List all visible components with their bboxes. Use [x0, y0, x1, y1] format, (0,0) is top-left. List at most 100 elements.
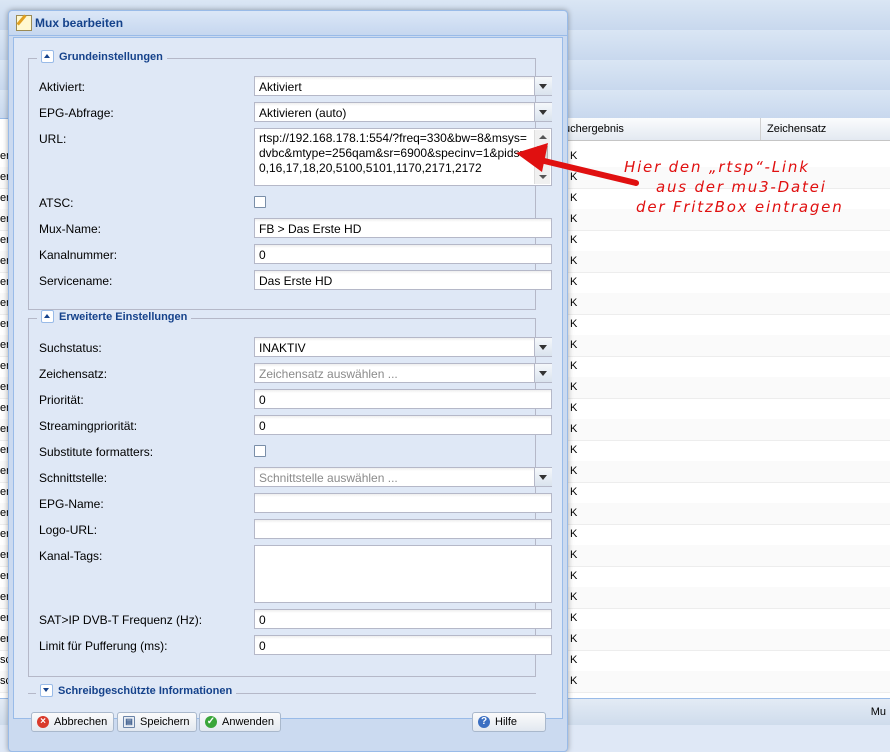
streaming-priority-row: Streamingpriorität: 0 [39, 415, 552, 437]
basic-settings-legend[interactable]: Grundeinstellungen [37, 50, 167, 63]
scan-status-row: Suchstatus: INAKTIV [39, 337, 552, 359]
collapse-icon[interactable] [41, 50, 54, 63]
interface-select[interactable]: Schnittstelle auswählen ... [254, 467, 552, 487]
epg-name-label: EPG-Name: [39, 497, 104, 511]
advanced-settings-title: Erweiterte Einstellungen [59, 310, 188, 323]
priority-label: Priorität: [39, 393, 84, 407]
scroll-thumb[interactable] [537, 146, 548, 160]
help-button[interactable]: ? Hilfe [472, 712, 546, 732]
epg-scan-label: EPG-Abfrage: [39, 106, 114, 120]
apply-button[interactable]: ✓ Anwenden [199, 712, 281, 732]
edit-mux-dialog: Mux bearbeiten Grundeinstellungen Aktivi… [8, 10, 568, 752]
atsc-checkbox[interactable] [254, 196, 266, 208]
column-header-scan-result[interactable]: uchergebnis [564, 123, 624, 135]
row-result-cell: K [570, 486, 578, 498]
mux-name-label: Mux-Name: [39, 222, 102, 236]
expand-icon[interactable] [40, 684, 53, 697]
chevron-down-icon[interactable] [534, 103, 552, 121]
dialog-titlebar[interactable]: Mux bearbeiten [9, 11, 567, 36]
channel-tags-input[interactable] [254, 545, 552, 603]
row-result-cell: K [570, 654, 578, 666]
charset-select[interactable]: Zeichensatz auswählen ... [254, 363, 552, 383]
row-result-cell: K [570, 633, 578, 645]
apply-check-icon: ✓ [205, 716, 217, 728]
cancel-button[interactable]: × Abbrechen [31, 712, 115, 732]
chevron-down-icon[interactable] [534, 364, 552, 382]
scan-status-select[interactable]: INAKTIV [254, 337, 552, 357]
annotation-text: Hier den „rtsp“-Link aus der mu3-Datei d… [612, 157, 844, 217]
enabled-row: Aktiviert: Aktiviert [39, 76, 552, 98]
advanced-settings-legend[interactable]: Erweiterte Einstellungen [37, 310, 192, 323]
readonly-info-title: Schreibgeschützte Informationen [58, 684, 233, 697]
buffer-limit-label: Limit für Pufferung (ms): [39, 639, 168, 653]
scroll-up-icon[interactable] [539, 135, 547, 139]
basic-settings-fieldset: Grundeinstellungen Aktiviert: Aktiviert … [28, 50, 552, 310]
mux-name-input[interactable]: FB > Das Erste HD [254, 218, 552, 238]
row-result-cell: K [570, 612, 578, 624]
url-scrollbar[interactable] [534, 130, 550, 184]
cancel-label: Abbrechen [54, 716, 108, 728]
interface-row: Schnittstelle: Schnittstelle auswählen .… [39, 467, 552, 489]
satip-frequency-input[interactable]: 0 [254, 609, 552, 629]
row-result-cell: K [570, 213, 578, 225]
mux-name-row: Mux-Name: FB > Das Erste HD [39, 218, 552, 240]
charset-label: Zeichensatz: [39, 367, 108, 381]
logo-url-input[interactable] [254, 519, 552, 539]
row-result-cell: K [570, 360, 578, 372]
satip-frequency-label: SAT>IP DVB-T Frequenz (Hz): [39, 613, 203, 627]
row-result-cell: K [570, 255, 578, 267]
dialog-title: Mux bearbeiten [35, 16, 124, 30]
substitute-formatters-checkbox[interactable] [254, 445, 266, 457]
column-header-charset[interactable]: Zeichensatz [760, 118, 826, 140]
row-result-cell: K [570, 192, 578, 204]
interface-label: Schnittstelle: [39, 471, 108, 485]
save-button[interactable]: ▤ Speichern [117, 712, 197, 732]
service-name-row: Servicename: Das Erste HD [39, 270, 552, 292]
channel-number-input[interactable]: 0 [254, 244, 552, 264]
streaming-priority-input[interactable]: 0 [254, 415, 552, 435]
help-icon: ? [478, 716, 490, 728]
row-result-cell: K [570, 528, 578, 540]
row-result-cell: K [570, 423, 578, 435]
footer-text: Mu [870, 706, 886, 718]
priority-row: Priorität: 0 [39, 389, 552, 411]
charset-row: Zeichensatz: Zeichensatz auswählen ... [39, 363, 552, 385]
epg-scan-select[interactable]: Aktivieren (auto) [254, 102, 552, 122]
service-name-label: Servicename: [39, 274, 113, 288]
grid-header: uchergebnis Zeichensatz [560, 118, 890, 141]
cancel-icon: × [37, 716, 49, 728]
priority-input[interactable]: 0 [254, 389, 552, 409]
chevron-down-icon[interactable] [534, 468, 552, 486]
url-label: URL: [39, 132, 67, 146]
channel-tags-row: Kanal-Tags: [39, 545, 552, 603]
channel-tags-label: Kanal-Tags: [39, 549, 103, 563]
atsc-row: ATSC: [39, 192, 535, 214]
epg-name-input[interactable] [254, 493, 552, 513]
url-value: rtsp://192.168.178.1:554/?freq=330&bw=8&… [259, 131, 527, 175]
url-textarea[interactable]: rtsp://192.168.178.1:554/?freq=330&bw=8&… [254, 128, 552, 186]
row-result-cell: K [570, 549, 578, 561]
row-result-cell: K [570, 675, 578, 687]
satip-frequency-row: SAT>IP DVB-T Frequenz (Hz): 0 [39, 609, 552, 631]
save-label: Speichern [140, 716, 190, 728]
service-name-input[interactable]: Das Erste HD [254, 270, 552, 290]
row-result-cell: K [570, 318, 578, 330]
chevron-down-icon[interactable] [534, 338, 552, 356]
channel-number-row: Kanalnummer: 0 [39, 244, 552, 266]
annotation-line-3: der FritzBox eintragen [636, 198, 844, 216]
row-result-cell: K [570, 234, 578, 246]
collapse-icon[interactable] [41, 310, 54, 323]
row-result-cell: K [570, 402, 578, 414]
apply-label: Anwenden [222, 716, 274, 728]
logo-url-label: Logo-URL: [39, 523, 98, 537]
buffer-limit-input[interactable]: 0 [254, 635, 552, 655]
atsc-label: ATSC: [39, 196, 74, 210]
chevron-down-icon[interactable] [534, 77, 552, 95]
enabled-select[interactable]: Aktiviert [254, 76, 552, 96]
row-result-cell: K [570, 465, 578, 477]
row-result-cell: K [570, 591, 578, 603]
dialog-body: Grundeinstellungen Aktiviert: Aktiviert … [13, 37, 563, 719]
readonly-info-legend[interactable]: Schreibgeschützte Informationen [36, 684, 237, 697]
row-result-cell: K [570, 444, 578, 456]
scroll-down-icon[interactable] [539, 175, 547, 179]
